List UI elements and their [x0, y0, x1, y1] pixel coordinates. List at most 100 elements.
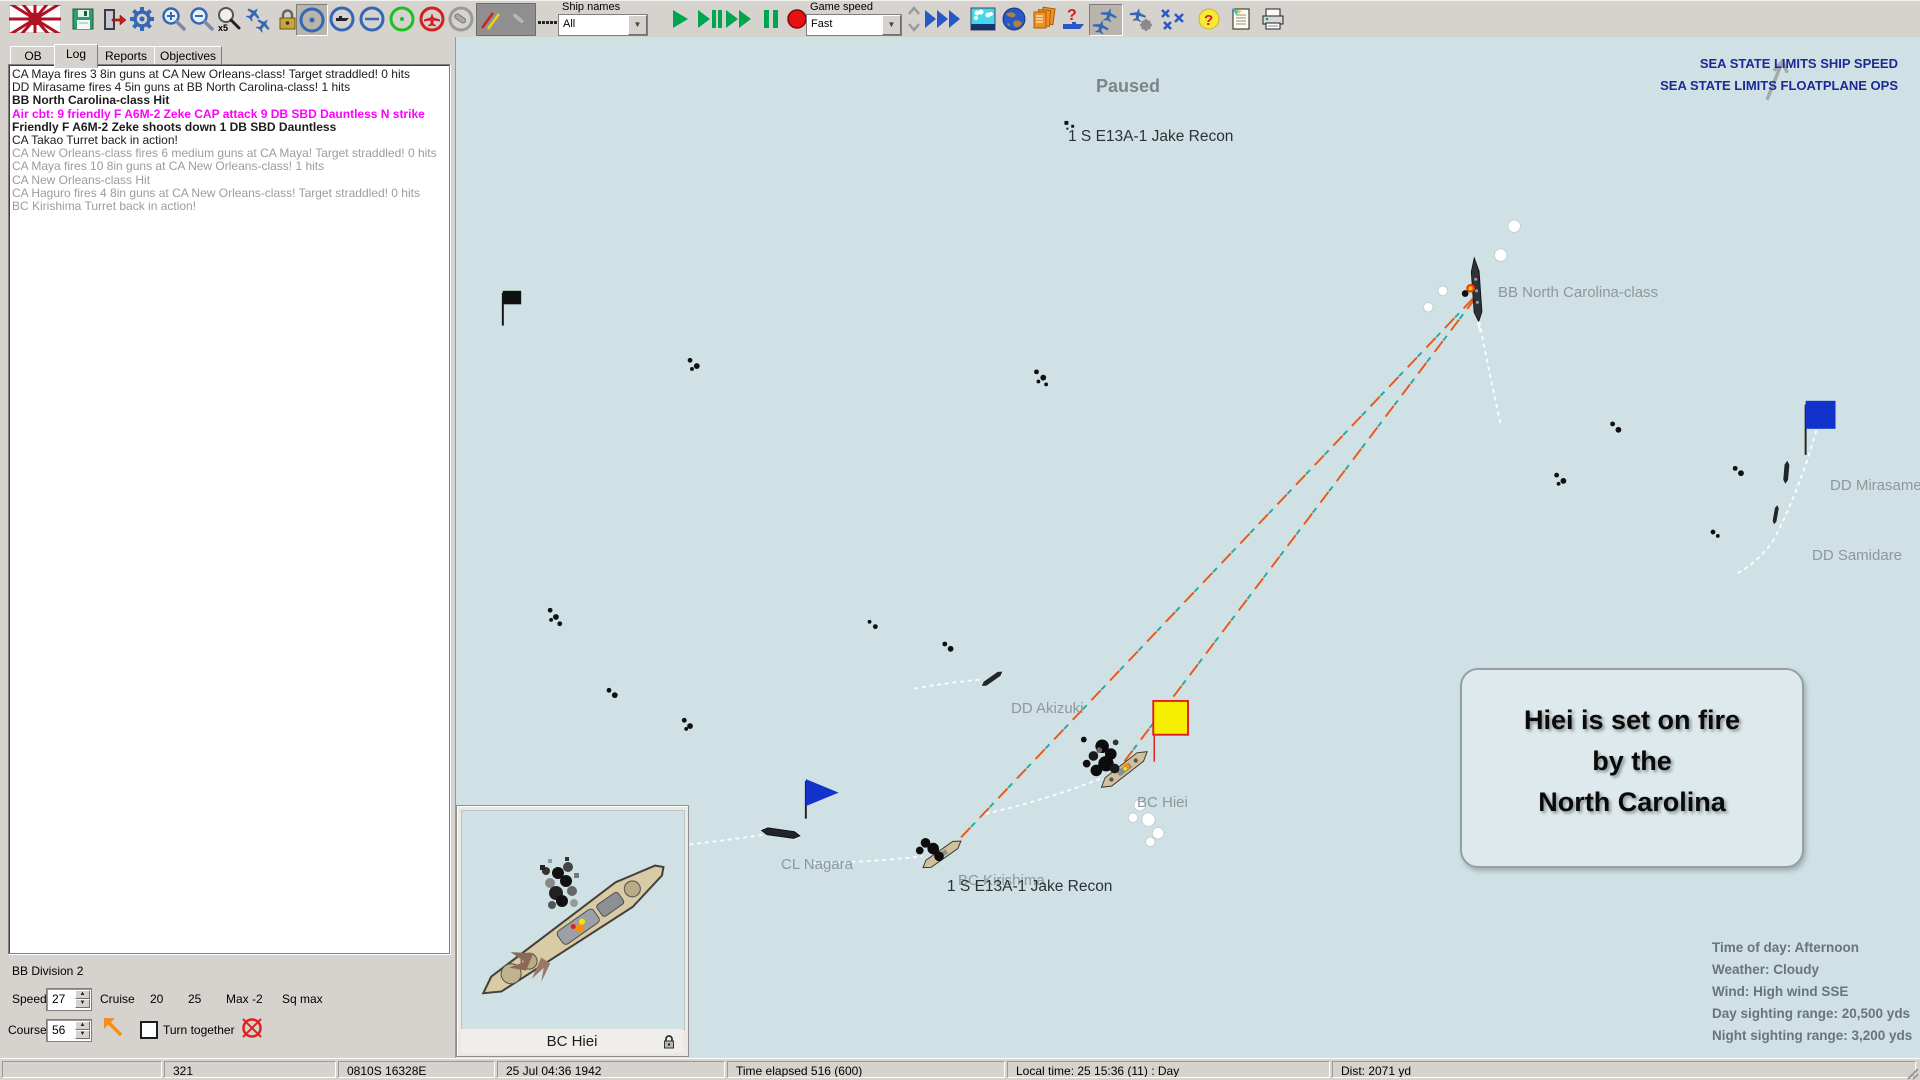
smoke-cloud-preview: [540, 857, 579, 909]
tactical-map[interactable]: Paused 1 S E13A-1 Jake Recon BB North Ca…: [456, 37, 1920, 1058]
course-label: Course: [8, 1023, 47, 1037]
dropdown-arrow-icon[interactable]: ▼: [628, 15, 647, 35]
svg-text:?: ?: [1204, 12, 1213, 29]
spin-down-icon[interactable]: ▼: [75, 999, 90, 1008]
course-arrow-icon: [100, 1014, 128, 1047]
ship-cl-nagara[interactable]: [759, 826, 802, 841]
condition-day-sighting: Day sighting range: 20,500 yds: [1712, 1006, 1910, 1021]
label-jake-recon-top: 1 S E13A-1 Jake Recon: [1068, 128, 1233, 146]
spin-up-icon[interactable]: ▲: [75, 990, 90, 999]
lock-icon[interactable]: [661, 1033, 677, 1049]
condition-wind: Wind: High wind SSE: [1712, 984, 1848, 999]
division-flag-black[interactable]: [503, 291, 521, 326]
condition-weather: Weather: Cloudy: [1712, 962, 1819, 977]
log-entry: Air cbt: 9 friendly F A6M-2 Zeke CAP att…: [9, 108, 449, 121]
exit-button[interactable]: [98, 4, 128, 34]
status-cell-distance: Dist: 2071 yd: [1332, 1061, 1916, 1078]
max-speed-label: Max -2: [226, 992, 263, 1006]
zoom-x5-button[interactable]: x5: [215, 4, 245, 34]
speed-label: Speed: [12, 992, 47, 1006]
paused-indicator: Paused: [1096, 76, 1160, 97]
play-button[interactable]: [664, 4, 694, 34]
ship-preview-view: [461, 810, 685, 1030]
spin-up-icon[interactable]: ▲: [75, 1021, 90, 1030]
tab-log[interactable]: Log: [54, 44, 98, 68]
ship-names-group: Ship names All▼: [558, 1, 650, 36]
turbo-speed-button[interactable]: [924, 4, 964, 34]
status-cell-coordinates: 0810S 16328E: [338, 1061, 495, 1078]
zoom-in-button[interactable]: [159, 4, 189, 34]
note-line: Hiei is set on fire: [1462, 700, 1802, 741]
game-speed-group: Game speed Fast▼: [806, 1, 906, 36]
division-flag-blue-pennant[interactable]: [806, 779, 839, 819]
plane-distance-icon[interactable]: [244, 4, 274, 34]
torpedo-toggle-button[interactable]: [505, 4, 533, 33]
view-air-range-button[interactable]: [417, 4, 447, 34]
status-cell-date: 25 Jul 04:36 1942: [497, 1061, 725, 1078]
view-main-button[interactable]: [296, 4, 328, 36]
turn-together-checkbox[interactable]: [140, 1021, 158, 1039]
gunfire-toggle-button[interactable]: [477, 4, 505, 33]
world-map-button[interactable]: [999, 4, 1029, 34]
save-button[interactable]: [68, 4, 98, 34]
status-cell-time-elapsed: Time elapsed 516 (600): [727, 1061, 1005, 1078]
log-entry: CA New Orleans-class Hit: [9, 174, 449, 187]
speed-stepper[interactable]: [906, 4, 922, 34]
course-stepper-input[interactable]: 56 ▲▼: [46, 1019, 92, 1042]
dots-button[interactable]: [538, 4, 558, 34]
print-button[interactable]: [1258, 4, 1288, 34]
dropdown-arrow-icon[interactable]: ▼: [882, 15, 901, 35]
fast-forward-button[interactable]: [724, 4, 754, 34]
ship-dd-samidare[interactable]: [1771, 504, 1779, 526]
battle-log-list[interactable]: CA Maya fires 3 8in guns at CA New Orlea…: [8, 64, 450, 954]
settings-gear-button[interactable]: [127, 4, 157, 34]
view-ship-button[interactable]: [327, 4, 357, 34]
game-speed-dropdown[interactable]: Fast▼: [806, 14, 902, 36]
log-entry: BC Kirishima Turret back in action!: [9, 200, 449, 213]
game-speed-label: Game speed: [810, 1, 906, 13]
selection-marker[interactable]: [1153, 701, 1188, 735]
view-spot-range-button[interactable]: [387, 4, 417, 34]
weather-button[interactable]: [968, 4, 998, 34]
spin-down-icon[interactable]: ▼: [75, 1030, 90, 1039]
ship-preview-titlebar: BC Hiei: [461, 1029, 683, 1053]
notes-button[interactable]: [1226, 4, 1256, 34]
step-button[interactable]: [694, 4, 724, 34]
cruise-speed-value: 20: [150, 992, 163, 1006]
air-operations-button[interactable]: [1089, 4, 1123, 36]
label-dd-samidare: DD Samidare: [1812, 547, 1902, 564]
ship-dd-mirasame[interactable]: [1782, 459, 1790, 484]
ship-names-dropdown[interactable]: All▼: [558, 14, 648, 36]
japan-flag-icon: [8, 4, 62, 34]
resize-grip[interactable]: [1905, 1066, 1919, 1080]
label-bc-hiei: BC Hiei: [1137, 794, 1188, 811]
reports-cards-button[interactable]: [1029, 4, 1059, 34]
gunnery-lines: [947, 293, 1480, 853]
division-flag-blue[interactable]: [1806, 401, 1836, 455]
air-combat-button[interactable]: [1158, 4, 1188, 34]
label-dd-akizuki: DD Akizuki: [1011, 700, 1084, 717]
label-bb-north-carolina: BB North Carolina-class: [1498, 284, 1658, 301]
status-bar: 321 0810S 16328E 25 Jul 04:36 1942 Time …: [0, 1058, 1920, 1080]
view-torpedo-range-button[interactable]: [446, 4, 476, 34]
condition-night-sighting: Night sighting range: 3,200 yds: [1712, 1028, 1912, 1043]
ship-info-button[interactable]: ?: [1059, 4, 1089, 34]
speed-stepper-input[interactable]: 27 ▲▼: [46, 988, 92, 1011]
squadron-max-label: Sq max: [282, 992, 323, 1006]
ship-dd-akizuki[interactable]: [979, 669, 1004, 689]
target-crosshair-icon[interactable]: [238, 1014, 266, 1047]
status-cell-id: 321: [164, 1061, 336, 1078]
smoke-cloud-hiei: [1081, 737, 1120, 777]
fire-control-panel: [476, 3, 536, 36]
label-jake-recon-bottom: 1 S E13A-1 Jake Recon: [947, 878, 1112, 896]
air-config-button[interactable]: [1126, 4, 1156, 34]
main-toolbar: x5: [0, 0, 1920, 38]
help-button[interactable]: ?: [1194, 4, 1224, 34]
view-gun-range-button[interactable]: [357, 4, 387, 34]
ship-preview-window: BC Hiei: [456, 805, 689, 1057]
ship-bb-north-carolina[interactable]: [1459, 258, 1483, 334]
zoom-out-button[interactable]: [187, 4, 217, 34]
status-cell-local-time: Local time: 25 15:36 (11) : Day: [1007, 1061, 1330, 1078]
cruise-speed-alt-value: 25: [188, 992, 201, 1006]
svg-text:?: ?: [1067, 7, 1077, 24]
